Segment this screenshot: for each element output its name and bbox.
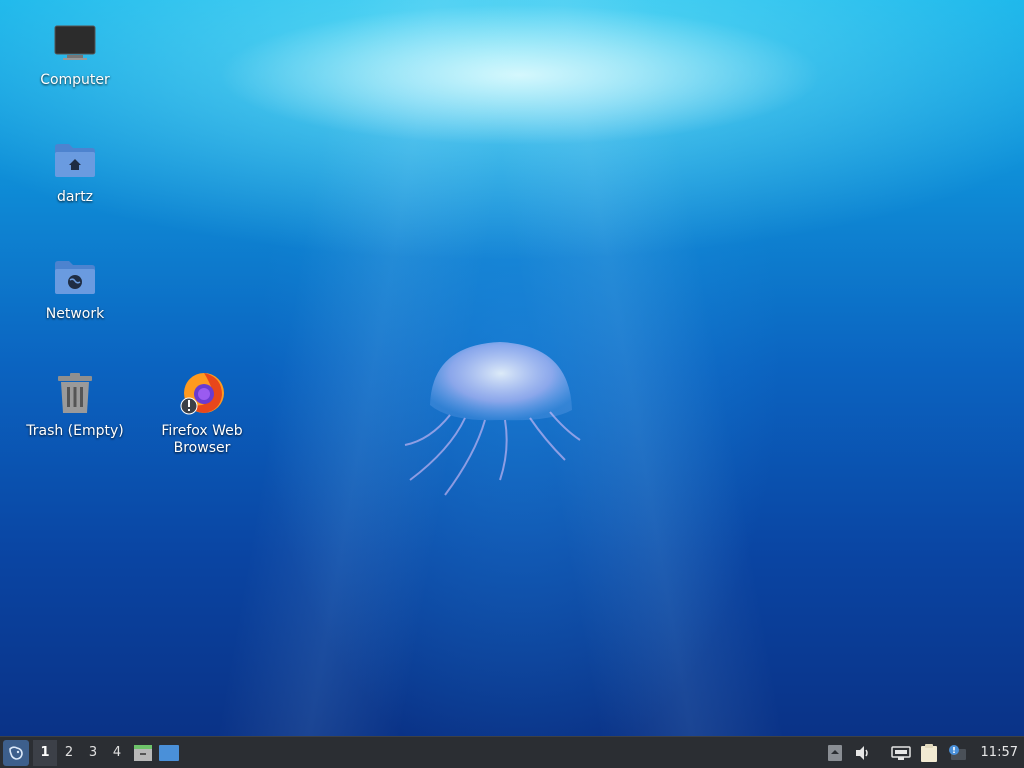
speaker-icon — [855, 745, 868, 760]
system-tray: 11:57 — [821, 740, 1024, 766]
tray-expand-button[interactable] — [823, 740, 847, 766]
whisker-menu-button[interactable] — [3, 739, 29, 766]
desktop-icon-label: Trash (Empty) — [26, 423, 124, 439]
desktop-icon-label: Network — [45, 306, 105, 322]
clock[interactable]: 11:57 — [981, 745, 1018, 760]
workspace-2[interactable]: 2 — [57, 740, 81, 766]
trash-icon — [51, 369, 99, 417]
desktop-icon-trash[interactable]: Trash (Empty) — [15, 369, 135, 440]
desktop-icon-label: dartz — [56, 189, 94, 205]
firefox-icon — [178, 369, 226, 417]
xfce-mouse-icon — [9, 745, 23, 760]
wallpaper-jellyfish — [404, 342, 581, 496]
home-folder-icon — [51, 135, 99, 183]
desktop-icon-label: Firefox Web Browser — [161, 423, 243, 456]
computer-icon — [51, 18, 99, 66]
network-folder-icon — [51, 252, 99, 300]
network-button[interactable] — [889, 740, 913, 766]
wired-network-icon — [890, 745, 911, 760]
chevron-up-icon — [827, 744, 842, 761]
workspace-switcher: 1 2 3 4 — [33, 739, 129, 766]
show-desktop-button[interactable] — [157, 740, 181, 766]
clipboard-button[interactable] — [917, 740, 941, 766]
updates-notifier-button[interactable] — [945, 740, 969, 766]
desktop-icon-home-folder[interactable]: dartz — [15, 135, 135, 206]
workspace-4[interactable]: 4 — [105, 740, 129, 766]
volume-button[interactable] — [851, 740, 875, 766]
workspace-1[interactable]: 1 — [33, 739, 57, 766]
update-alert-icon — [948, 744, 966, 760]
workspace-3[interactable]: 3 — [81, 740, 105, 766]
desktop-icon-firefox[interactable]: Firefox Web Browser — [142, 369, 262, 457]
desktop-icon-label: Computer — [40, 72, 110, 88]
desktop-icon-computer[interactable]: Computer — [15, 18, 135, 89]
bottom-panel: 1 2 3 4 11:57 — [0, 736, 1024, 768]
file-manager-launcher[interactable] — [131, 740, 155, 766]
file-cabinet-icon — [134, 744, 152, 761]
desktop-icon-network[interactable]: Network — [15, 252, 135, 323]
desktop-icon — [159, 744, 179, 761]
clipboard-icon — [920, 743, 937, 762]
